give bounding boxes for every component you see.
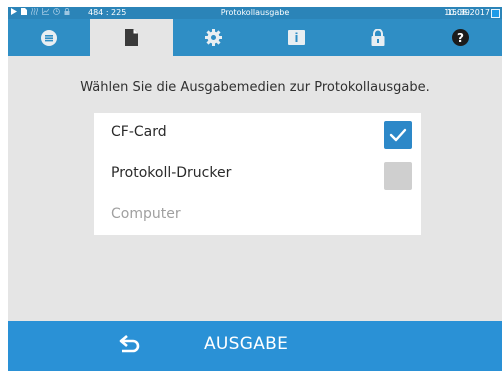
info-tablet-icon [287,29,305,46]
clock-date: 10.08.2017 [444,8,490,17]
svg-text:?: ? [457,31,464,45]
list-item-computer: Computer [94,195,421,235]
output-media-list: CF-Card Protokoll-Drucker Computer [94,113,421,235]
cf-card-checkbox[interactable] [384,121,412,149]
output-label: AUSGABE [204,334,289,354]
protocol-printer-checkbox[interactable] [384,162,412,190]
output-button[interactable]: AUSGABE [8,321,502,371]
instruction-text: Wählen Sie die Ausgabemedien zur Protoko… [80,80,430,95]
document-icon [124,29,138,46]
status-bar: 484 : 225 Protokollausgabe 15:39 10.08.2… [8,7,502,19]
tab-settings[interactable] [173,19,255,56]
option-label: Protokoll-Drucker [111,165,232,181]
tab-protocol[interactable] [90,19,173,56]
list-item-cf-card[interactable]: CF-Card [94,113,421,153]
device-screen: 484 : 225 Protokollausgabe 15:39 10.08.2… [8,7,502,371]
database-icon [41,29,58,46]
tab-database[interactable] [8,19,90,56]
checkmark-icon [389,128,407,142]
lock-icon [371,29,385,46]
screen-title: Protokollausgabe [220,8,290,17]
help-icon: ? [452,29,470,46]
status-indicator [491,9,500,18]
list-item-protocol-printer[interactable]: Protokoll-Drucker [94,154,421,194]
tab-bar: ? [8,19,502,56]
gear-icon [205,29,223,46]
tab-help[interactable]: ? [420,19,502,56]
tab-lock[interactable] [337,19,419,56]
option-label: CF-Card [111,124,167,140]
tab-info[interactable] [255,19,337,56]
option-label: Computer [111,206,181,222]
back-arrow-icon[interactable] [118,334,142,358]
